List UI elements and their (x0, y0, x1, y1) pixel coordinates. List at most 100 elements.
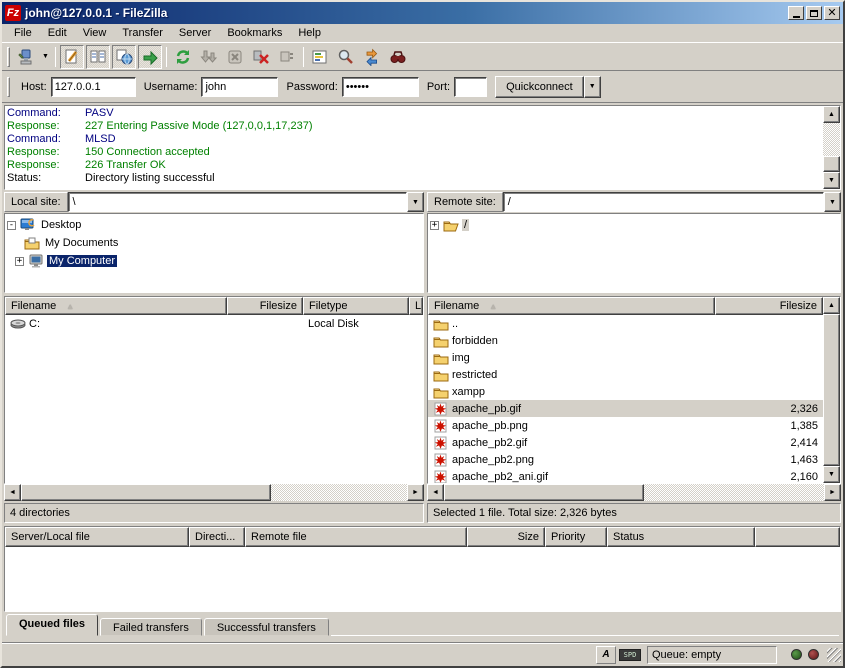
column-status[interactable]: Status (607, 527, 755, 547)
toolbar-grip[interactable] (7, 47, 10, 67)
synchronized-browsing-button[interactable] (360, 45, 384, 69)
process-queue-button[interactable] (197, 45, 221, 69)
tree-item-my-documents[interactable]: My Documents (7, 234, 421, 252)
local-site-value[interactable]: \ (68, 192, 407, 212)
file-row[interactable]: img (428, 349, 823, 366)
menu-server[interactable]: Server (171, 25, 219, 41)
column-size[interactable]: Size (467, 527, 545, 547)
expand-icon[interactable]: + (15, 257, 24, 266)
cancel-operation-button[interactable] (223, 45, 247, 69)
filter-button[interactable] (308, 45, 332, 69)
toggle-local-tree-button[interactable] (86, 45, 110, 69)
data-type-indicator[interactable]: A (596, 646, 616, 664)
scroll-up-icon[interactable]: ▲ (823, 297, 840, 314)
port-input[interactable] (454, 77, 487, 97)
file-row[interactable]: forbidden (428, 332, 823, 349)
tree-label[interactable]: / (462, 219, 469, 231)
remote-site-combo[interactable]: / ▼ (503, 192, 841, 212)
remote-site-value[interactable]: / (503, 192, 824, 212)
column-filename[interactable]: Filename▲ (5, 297, 227, 315)
file-row-selected[interactable]: apache_pb.gif 2,326 (428, 400, 823, 417)
scroll-right-icon[interactable]: ► (407, 484, 424, 501)
scroll-thumb[interactable] (444, 484, 644, 501)
scroll-thumb[interactable] (823, 314, 840, 466)
toggle-transfer-queue-button[interactable] (138, 45, 162, 69)
quickconnect-button[interactable]: Quickconnect (495, 76, 584, 98)
tree-item-root[interactable]: + / (430, 216, 838, 234)
local-horizontal-scrollbar[interactable]: ◄ ► (4, 484, 424, 501)
toggle-remote-tree-button[interactable] (112, 45, 136, 69)
menu-file[interactable]: File (6, 25, 40, 41)
tree-label-selected[interactable]: My Computer (47, 255, 117, 267)
menu-bookmarks[interactable]: Bookmarks (219, 25, 290, 41)
quickconnect-grip[interactable] (7, 77, 10, 97)
column-filetype[interactable]: Filetype (303, 297, 409, 315)
collapse-icon[interactable]: - (7, 221, 16, 230)
menu-view[interactable]: View (75, 25, 115, 41)
scroll-left-icon[interactable]: ◄ (427, 484, 444, 501)
site-manager-button[interactable] (14, 45, 38, 69)
tree-label[interactable]: Desktop (39, 219, 83, 231)
tab-queued-files[interactable]: Queued files (6, 614, 98, 636)
tree-label[interactable]: My Documents (43, 237, 120, 249)
scroll-left-icon[interactable]: ◄ (4, 484, 21, 501)
reconnect-button[interactable] (275, 45, 299, 69)
local-site-combo[interactable]: \ ▼ (68, 192, 424, 212)
host-input[interactable] (51, 77, 136, 97)
password-input[interactable] (342, 77, 419, 97)
log-vertical-scrollbar[interactable]: ▲ ▼ (823, 106, 840, 189)
menu-transfer[interactable]: Transfer (114, 25, 171, 41)
file-row[interactable]: xampp (428, 383, 823, 400)
activity-led-red (808, 649, 819, 660)
menu-edit[interactable]: Edit (40, 25, 75, 41)
column-filesize[interactable]: Filesize (227, 297, 303, 315)
toggle-message-log-button[interactable] (60, 45, 84, 69)
local-site-dropdown[interactable]: ▼ (407, 192, 424, 212)
file-row[interactable]: apache_pb2.png 1,463 (428, 451, 823, 468)
site-manager-dropdown[interactable]: ▼ (39, 46, 52, 68)
quickconnect-dropdown[interactable]: ▼ (584, 76, 601, 98)
desktop-icon (20, 218, 36, 232)
tab-successful-transfers[interactable]: Successful transfers (204, 618, 329, 636)
file-row[interactable]: apache_pb2.gif 2,414 (428, 434, 823, 451)
column-server-local-file[interactable]: Server/Local file (5, 527, 189, 547)
resize-grip[interactable] (827, 648, 841, 662)
minimize-button[interactable] (788, 6, 804, 20)
scroll-thumb[interactable] (21, 484, 271, 501)
column-filename[interactable]: Filename▲ (428, 297, 715, 315)
scroll-down-icon[interactable]: ▼ (823, 466, 840, 483)
file-row[interactable]: C: Local Disk (5, 315, 423, 332)
column-filesize[interactable]: Filesize (715, 297, 823, 315)
column-direction[interactable]: Directi... (189, 527, 245, 547)
scroll-down-icon[interactable]: ▼ (823, 172, 840, 189)
speed-limit-icon[interactable]: SPD (619, 649, 641, 661)
column-last-modified[interactable]: L (409, 297, 423, 315)
directory-comparison-button[interactable] (334, 45, 358, 69)
file-row[interactable]: apache_pb.png 1,385 (428, 417, 823, 434)
tree-item-my-computer[interactable]: + My Computer (7, 252, 421, 270)
menu-help[interactable]: Help (290, 25, 329, 41)
scroll-up-icon[interactable]: ▲ (823, 106, 840, 123)
find-files-button[interactable] (386, 45, 410, 69)
maximize-button[interactable] (806, 6, 822, 20)
file-name: apache_pb2.png (452, 454, 534, 466)
scroll-thumb[interactable] (823, 156, 840, 172)
username-input[interactable] (201, 77, 278, 97)
column-remote-file[interactable]: Remote file (245, 527, 467, 547)
disconnect-button[interactable] (249, 45, 273, 69)
file-row[interactable]: .. (428, 315, 823, 332)
message-log: Command:PASV Response:227 Entering Passi… (4, 105, 841, 190)
tab-failed-transfers[interactable]: Failed transfers (100, 618, 202, 636)
column-priority[interactable]: Priority (545, 527, 607, 547)
remote-horizontal-scrollbar[interactable]: ◄ ► (427, 484, 841, 501)
file-row[interactable]: apache_pb2_ani.gif 2,160 (428, 468, 823, 483)
remote-site-dropdown[interactable]: ▼ (824, 192, 841, 212)
refresh-button[interactable] (171, 45, 195, 69)
close-button[interactable]: ✕ (824, 6, 840, 20)
scroll-right-icon[interactable]: ► (824, 484, 841, 501)
tree-item-desktop[interactable]: - Desktop (7, 216, 421, 234)
file-row[interactable]: restricted (428, 366, 823, 383)
queue-body[interactable] (5, 547, 840, 611)
remote-vertical-scrollbar[interactable]: ▲ ▼ (823, 297, 840, 483)
expand-icon[interactable]: + (430, 221, 439, 230)
